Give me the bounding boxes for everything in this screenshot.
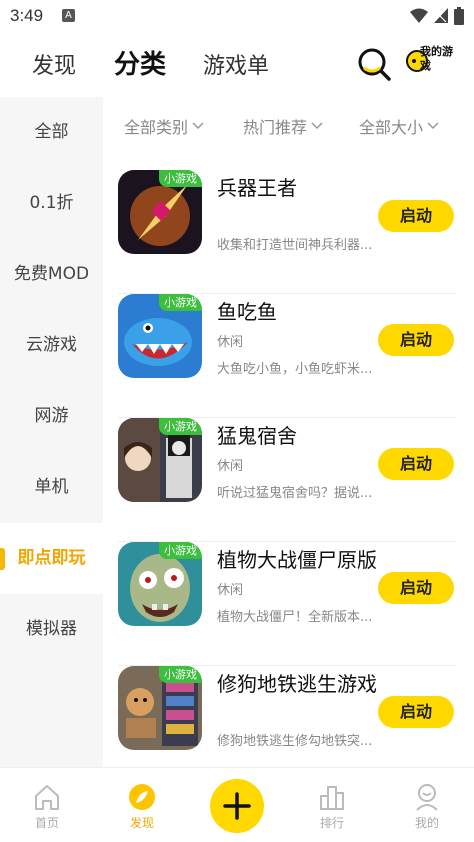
sidebar-item-free-mod[interactable]: 免费MOD xyxy=(0,239,103,310)
active-indicator xyxy=(0,548,5,570)
my-games-button[interactable]: 我的游戏 xyxy=(406,44,456,80)
mini-game-badge: 小游戏 xyxy=(159,418,202,435)
game-title: 修狗地铁逃生游戏 xyxy=(217,672,377,696)
game-title: 鱼吃鱼 xyxy=(217,300,277,324)
top-tab-bar: 发现 分类 游戏单 我的游戏 xyxy=(0,38,474,90)
game-icon: 小游戏 xyxy=(118,542,202,626)
launch-button[interactable]: 启动 xyxy=(378,200,454,232)
list-item[interactable]: 小游戏 兵器王者 收集和打造世间神兵利器... 启动 xyxy=(118,170,456,294)
mini-game-badge: 小游戏 xyxy=(159,542,202,559)
mini-game-badge: 小游戏 xyxy=(159,170,202,187)
nav-home-label: 首页 xyxy=(34,816,59,830)
filter-category-label: 全部类别 xyxy=(124,118,189,137)
sidebar-item-discount[interactable]: 0.1折 xyxy=(0,168,103,239)
nav-ranking[interactable]: 排行 xyxy=(302,782,362,831)
nav-discover[interactable]: 发现 xyxy=(112,782,172,831)
sidebar-item-online-games[interactable]: 网游 xyxy=(0,381,103,452)
sidebar-item-single-player[interactable]: 单机 xyxy=(0,452,103,523)
filter-category[interactable]: 全部类别 xyxy=(124,114,204,138)
game-title: 植物大战僵尸原版 xyxy=(217,548,377,572)
compass-icon xyxy=(129,784,155,810)
game-description: 收集和打造世间神兵利器... xyxy=(217,238,373,253)
signal-icon xyxy=(434,8,448,23)
nav-ranking-label: 排行 xyxy=(319,816,344,830)
sidebar-item-label: 即点即玩 xyxy=(17,548,86,568)
launch-button[interactable]: 启动 xyxy=(378,572,454,604)
launch-button[interactable]: 启动 xyxy=(378,696,454,728)
ranking-icon xyxy=(320,786,344,810)
search-icon xyxy=(358,48,391,81)
filter-sort[interactable]: 热门推荐 xyxy=(243,114,323,138)
nav-profile-label: 我的 xyxy=(414,816,439,830)
mini-game-badge: 小游戏 xyxy=(159,666,202,683)
mini-game-badge: 小游戏 xyxy=(159,294,202,311)
my-games-label: 我的游戏 xyxy=(420,45,453,72)
game-tag: 休闲 xyxy=(217,335,244,350)
sidebar-item-instant-play[interactable]: 即点即玩 xyxy=(0,523,103,594)
bottom-navigation: 首页 发现 排行 我的 xyxy=(0,767,474,842)
chevron-down-icon xyxy=(311,122,323,130)
plus-icon xyxy=(223,792,251,820)
search-button[interactable] xyxy=(356,46,392,82)
status-indicators xyxy=(410,7,464,25)
game-icon: 小游戏 xyxy=(118,666,202,750)
category-sidebar: 全部 0.1折 免费MOD 云游戏 网游 单机 即点即玩 模拟器 xyxy=(0,97,103,767)
filter-size-label: 全部大小 xyxy=(359,118,424,137)
game-title: 猛鬼宿舍 xyxy=(217,424,297,448)
chevron-down-icon xyxy=(427,122,439,130)
filter-sort-label: 热门推荐 xyxy=(243,118,308,137)
status-bar: 3:49 A xyxy=(0,0,474,32)
game-description: 大鱼吃小鱼，小鱼吃虾米... xyxy=(217,362,373,377)
chevron-down-icon xyxy=(192,122,204,130)
nav-profile[interactable]: 我的 xyxy=(397,782,457,831)
game-icon: 小游戏 xyxy=(118,294,202,378)
list-item[interactable]: 小游戏 鱼吃鱼 休闲 大鱼吃小鱼，小鱼吃虾米... 启动 xyxy=(118,294,456,418)
game-tag: 休闲 xyxy=(217,583,244,598)
status-time: 3:49 xyxy=(10,6,44,25)
tab-discover[interactable]: 发现 xyxy=(32,48,76,80)
nav-home[interactable]: 首页 xyxy=(17,782,77,831)
profile-icon xyxy=(416,784,438,811)
game-description: 植物大战僵尸！全新版本... xyxy=(217,610,373,625)
sidebar-item-cloud-games[interactable]: 云游戏 xyxy=(0,310,103,381)
sidebar-item-emulator[interactable]: 模拟器 xyxy=(0,594,103,665)
game-title: 兵器王者 xyxy=(217,176,297,200)
launch-button[interactable]: 启动 xyxy=(378,324,454,356)
game-description: 听说过猛鬼宿舍吗？据说... xyxy=(217,486,373,501)
tab-category[interactable]: 分类 xyxy=(114,44,166,81)
sidebar-item-all[interactable]: 全部 xyxy=(0,97,103,168)
notification-app-icon: A xyxy=(62,9,75,22)
home-icon xyxy=(35,785,59,810)
list-item[interactable]: 小游戏 猛鬼宿舍 休闲 听说过猛鬼宿舍吗？据说... 启动 xyxy=(118,418,456,542)
battery-icon xyxy=(454,7,464,25)
list-item[interactable]: 小游戏 植物大战僵尸原版 休闲 植物大战僵尸！全新版本... 启动 xyxy=(118,542,456,666)
filter-size[interactable]: 全部大小 xyxy=(359,114,439,138)
wifi-icon xyxy=(410,8,428,23)
nav-discover-label: 发现 xyxy=(129,816,154,830)
filter-bar: 全部类别 热门推荐 全部大小 xyxy=(103,110,474,142)
add-button[interactable] xyxy=(210,779,264,833)
game-description: 修狗地铁逃生修勾地铁突... xyxy=(217,734,373,749)
game-icon: 小游戏 xyxy=(118,418,202,502)
launch-button[interactable]: 启动 xyxy=(378,448,454,480)
game-icon: 小游戏 xyxy=(118,170,202,254)
game-tag: 休闲 xyxy=(217,459,244,474)
tab-game-list[interactable]: 游戏单 xyxy=(203,48,269,80)
